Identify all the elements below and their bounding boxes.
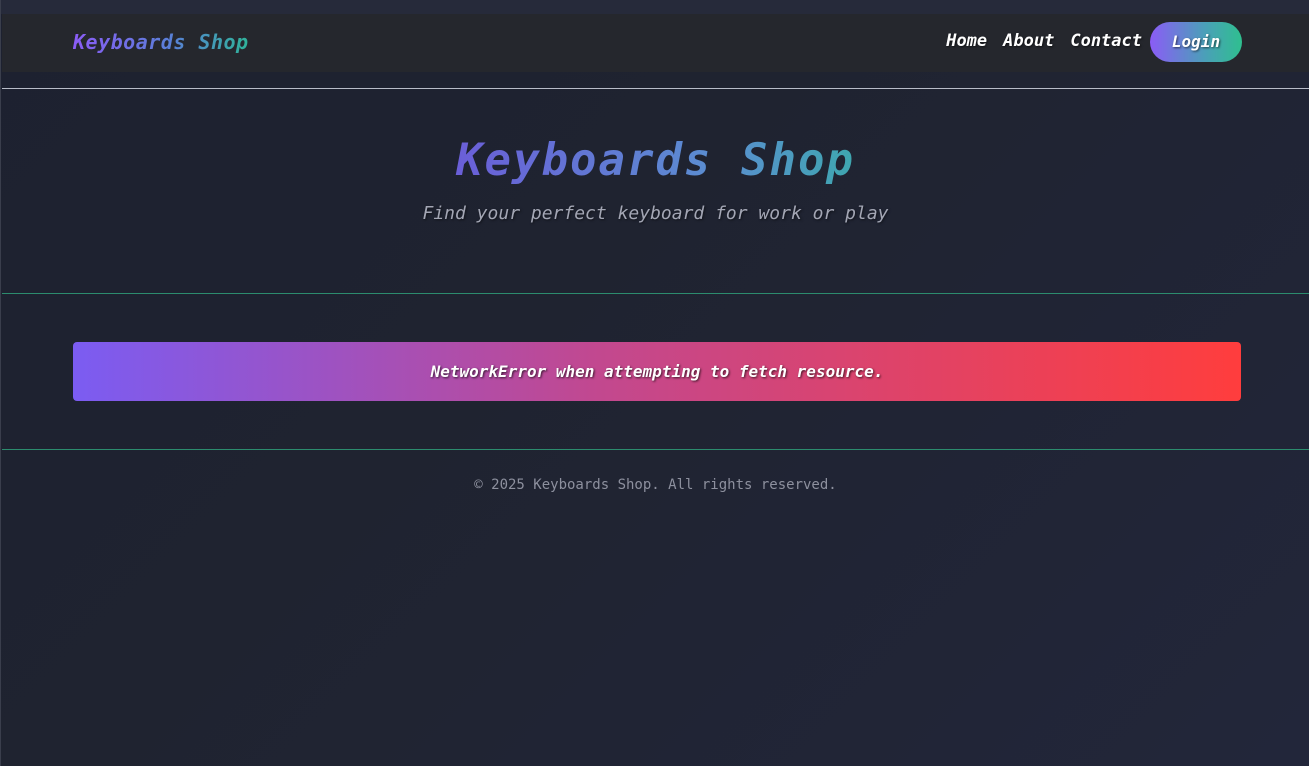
nav-links: Home About Contact: [946, 31, 1142, 51]
nav-link-about[interactable]: About: [1003, 31, 1054, 51]
navbar-divider: [2, 88, 1309, 89]
login-button[interactable]: Login: [1150, 22, 1242, 62]
top-strip: [1, 0, 1309, 14]
brand-logo[interactable]: Keyboards Shop: [73, 30, 249, 54]
footer-copyright: © 2025 Keyboards Shop. All rights reserv…: [474, 477, 837, 493]
nav-link-contact[interactable]: Contact: [1070, 31, 1142, 51]
page: Keyboards Shop Home About Contact Login …: [0, 0, 1309, 766]
nav-link-home[interactable]: Home: [946, 31, 987, 51]
section-divider-bottom: [2, 449, 1309, 450]
hero-title: Keyboards Shop: [1, 135, 1309, 186]
section-divider-top: [2, 293, 1309, 294]
error-banner: NetworkError when attempting to fetch re…: [73, 342, 1241, 401]
navbar: Keyboards Shop Home About Contact Login: [2, 14, 1309, 72]
hero-subtitle: Find your perfect keyboard for work or p…: [422, 203, 889, 224]
error-message: NetworkError when attempting to fetch re…: [430, 362, 884, 381]
